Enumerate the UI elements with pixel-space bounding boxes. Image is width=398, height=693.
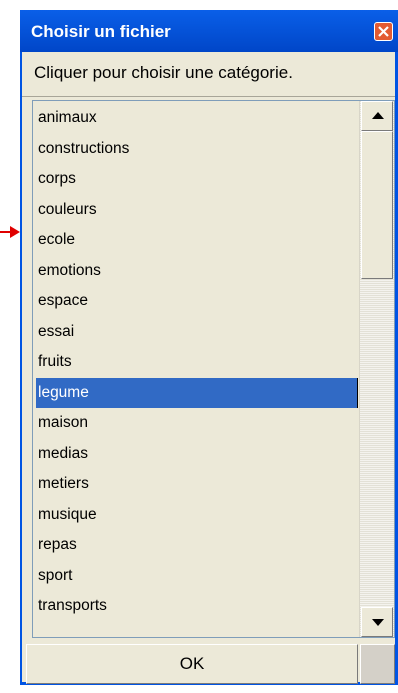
list-item[interactable]: corps [36, 164, 358, 195]
scroll-thumb[interactable] [361, 131, 393, 279]
list-item[interactable]: couleurs [36, 195, 358, 226]
list-item[interactable]: medias [36, 439, 358, 470]
size-grip [360, 644, 395, 684]
list-item[interactable]: sport [36, 561, 358, 592]
list-item[interactable]: repas [36, 530, 358, 561]
list-item[interactable]: musique [36, 500, 358, 531]
title-bar[interactable]: Choisir un fichier [20, 10, 398, 52]
list-item[interactable]: animaux [36, 103, 358, 134]
close-button[interactable] [374, 22, 393, 41]
window-title: Choisir un fichier [31, 22, 171, 41]
choose-file-dialog: Choisir un fichier Cliquer pour choisir … [20, 10, 398, 685]
scroll-up-button[interactable] [361, 101, 393, 131]
list-item[interactable]: constructions [36, 134, 358, 165]
list-item[interactable]: fruits [36, 347, 358, 378]
arrow-up-icon [372, 112, 384, 119]
list-item[interactable]: transports [36, 591, 358, 622]
list-item[interactable]: maison [36, 408, 358, 439]
list-item[interactable]: emotions [36, 256, 358, 287]
category-list[interactable]: animaux constructions corps couleurs ecole em… [36, 103, 358, 635]
list-item[interactable]: metiers [36, 469, 358, 500]
list-item[interactable]: essai [36, 317, 358, 348]
category-listbox[interactable]: animaux constructions corps couleurs ecole em… [32, 100, 395, 638]
close-icon [378, 26, 389, 37]
vertical-scrollbar[interactable] [359, 101, 394, 637]
arrow-pointer-icon [0, 225, 20, 239]
dialog-body: Cliquer pour choisir une catégorie. anim… [22, 52, 395, 684]
arrow-down-icon [372, 619, 384, 626]
scroll-down-button[interactable] [361, 607, 393, 637]
list-item[interactable]: ecole [36, 225, 358, 256]
list-item[interactable]: legume [36, 377, 358, 408]
ok-button[interactable]: OK [26, 644, 358, 684]
instruction-label: Cliquer pour choisir une catégorie. [22, 52, 395, 97]
list-item[interactable]: espace [36, 286, 358, 317]
